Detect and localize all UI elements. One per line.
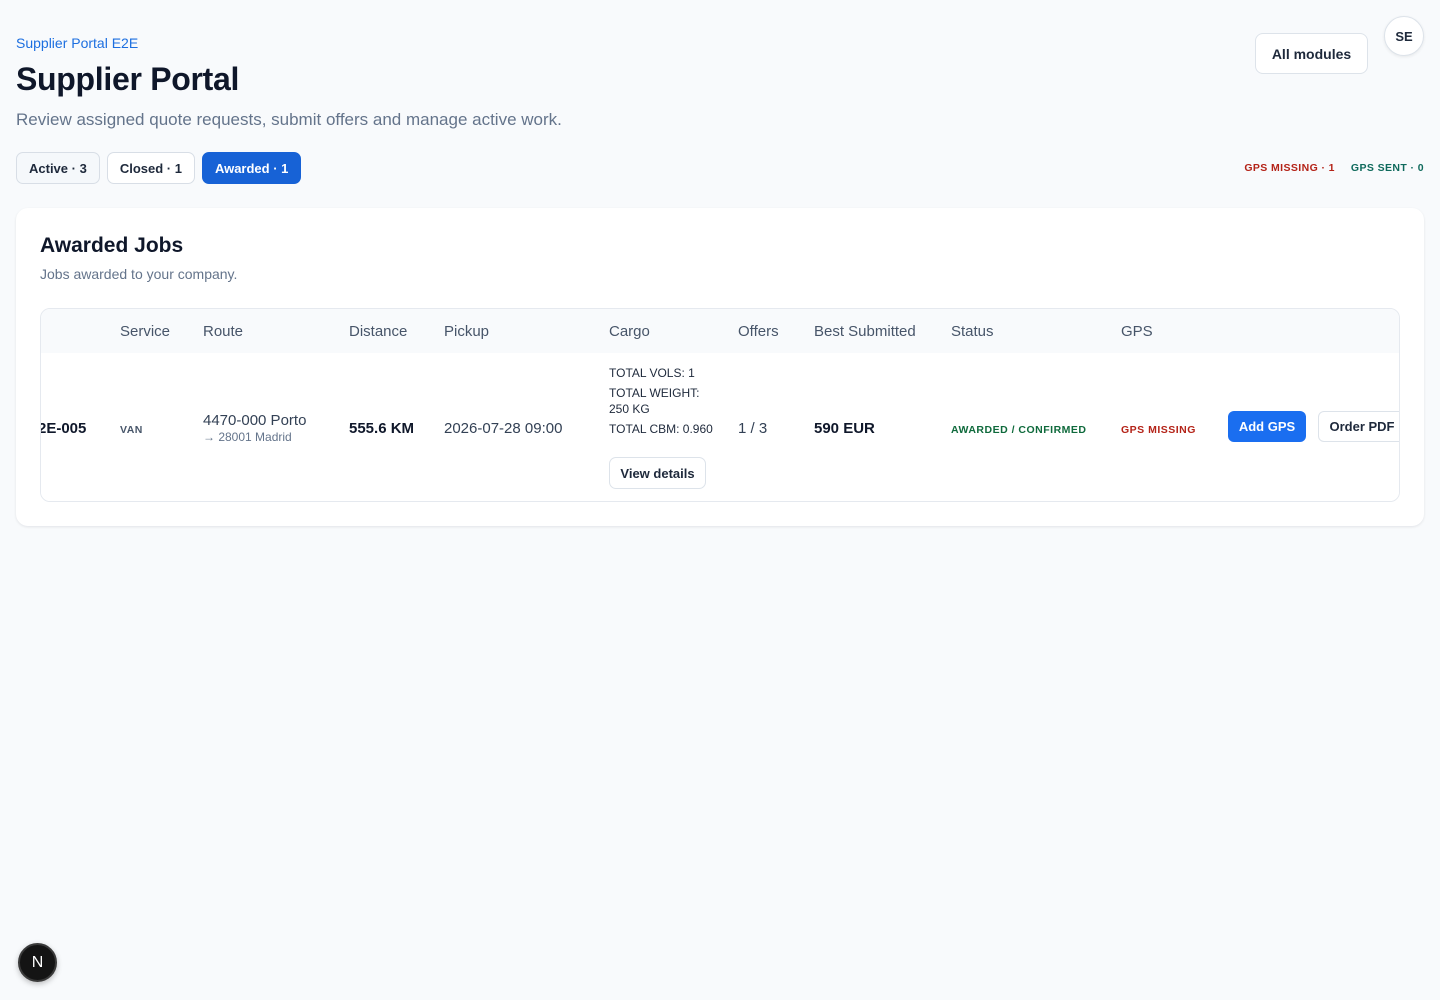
gps-summary: GPS MISSING · 1 GPS SENT · 0: [1244, 162, 1424, 174]
job-tabs: Active · 3 Closed · 1 Awarded · 1: [16, 152, 302, 184]
dev-tools-badge[interactable]: N: [18, 943, 57, 982]
gps-sent-count: GPS SENT · 0: [1350, 162, 1424, 174]
distance: 555.6 KM: [349, 420, 415, 437]
tab-active[interactable]: Active · 3: [16, 152, 100, 184]
job-id: 2E-005: [40, 420, 87, 437]
cargo-cbm: TOTAL CBM: 0.960: [609, 422, 713, 436]
column-header-pickup: Pickup: [444, 323, 490, 340]
cargo-weight: TOTAL WEIGHT: 250 KG: [609, 386, 700, 416]
gps-missing-count: GPS MISSING · 1: [1244, 162, 1335, 174]
view-details-button[interactable]: View details: [609, 457, 706, 489]
offers-count: 1 / 3: [738, 420, 768, 437]
column-header-service: Service: [120, 323, 171, 340]
awarded-jobs-card: Awarded Jobs Jobs awarded to your compan…: [16, 208, 1424, 526]
route-destination: → 28001 Madrid: [203, 430, 292, 444]
column-header-gps: GPS: [1121, 323, 1153, 340]
best-submitted: 590 EUR: [814, 420, 875, 437]
service-badge: VAN: [120, 424, 143, 436]
card-subtitle: Jobs awarded to your company.: [40, 266, 238, 282]
gps-status-badge: GPS MISSING: [1121, 424, 1196, 436]
column-header-offers: Offers: [738, 323, 779, 340]
cargo-summary: TOTAL VOLS: 1 TOTAL WEIGHT: 250 KG TOTAL…: [609, 365, 719, 441]
page-title: Supplier Portal: [16, 61, 240, 97]
page-header: Supplier Portal E2E Supplier Portal Revi…: [16, 34, 1424, 130]
table-row: 2E-005 VAN 4470-000 Porto → 28001 Madrid…: [40, 353, 1399, 501]
column-header-cargo: Cargo: [609, 323, 650, 340]
awarded-jobs-table[interactable]: Service Route Distance Pickup Cargo Offe…: [40, 308, 1400, 502]
column-header-best-submitted: Best Submitted: [814, 323, 916, 340]
page-subtitle: Review assigned quote requests, submit o…: [16, 110, 562, 129]
column-header-status: Status: [951, 323, 994, 340]
route-origin: 4470-000 Porto: [203, 412, 307, 429]
supplier-portal-page: Supplier Portal E2E Supplier Portal Revi…: [0, 0, 1440, 1000]
card-title: Awarded Jobs: [40, 234, 184, 257]
order-pdf-button[interactable]: Order PDF: [1318, 411, 1399, 442]
avatar[interactable]: SE: [1384, 16, 1424, 56]
tab-closed[interactable]: Closed · 1: [106, 152, 195, 184]
tab-awarded[interactable]: Awarded · 1: [201, 152, 302, 184]
pickup-datetime: 2026-07-28 09:00: [444, 420, 563, 437]
column-header-distance: Distance: [349, 323, 408, 340]
add-gps-button[interactable]: Add GPS: [1228, 411, 1306, 442]
status-badge: AWARDED / CONFIRMED: [951, 424, 1087, 436]
table-header: Service Route Distance Pickup Cargo Offe…: [41, 309, 1399, 353]
column-header-route: Route: [203, 323, 244, 340]
all-modules-button[interactable]: All modules: [1255, 33, 1368, 74]
cargo-vols: TOTAL VOLS: 1: [609, 366, 695, 380]
breadcrumb[interactable]: Supplier Portal E2E: [16, 34, 1424, 52]
